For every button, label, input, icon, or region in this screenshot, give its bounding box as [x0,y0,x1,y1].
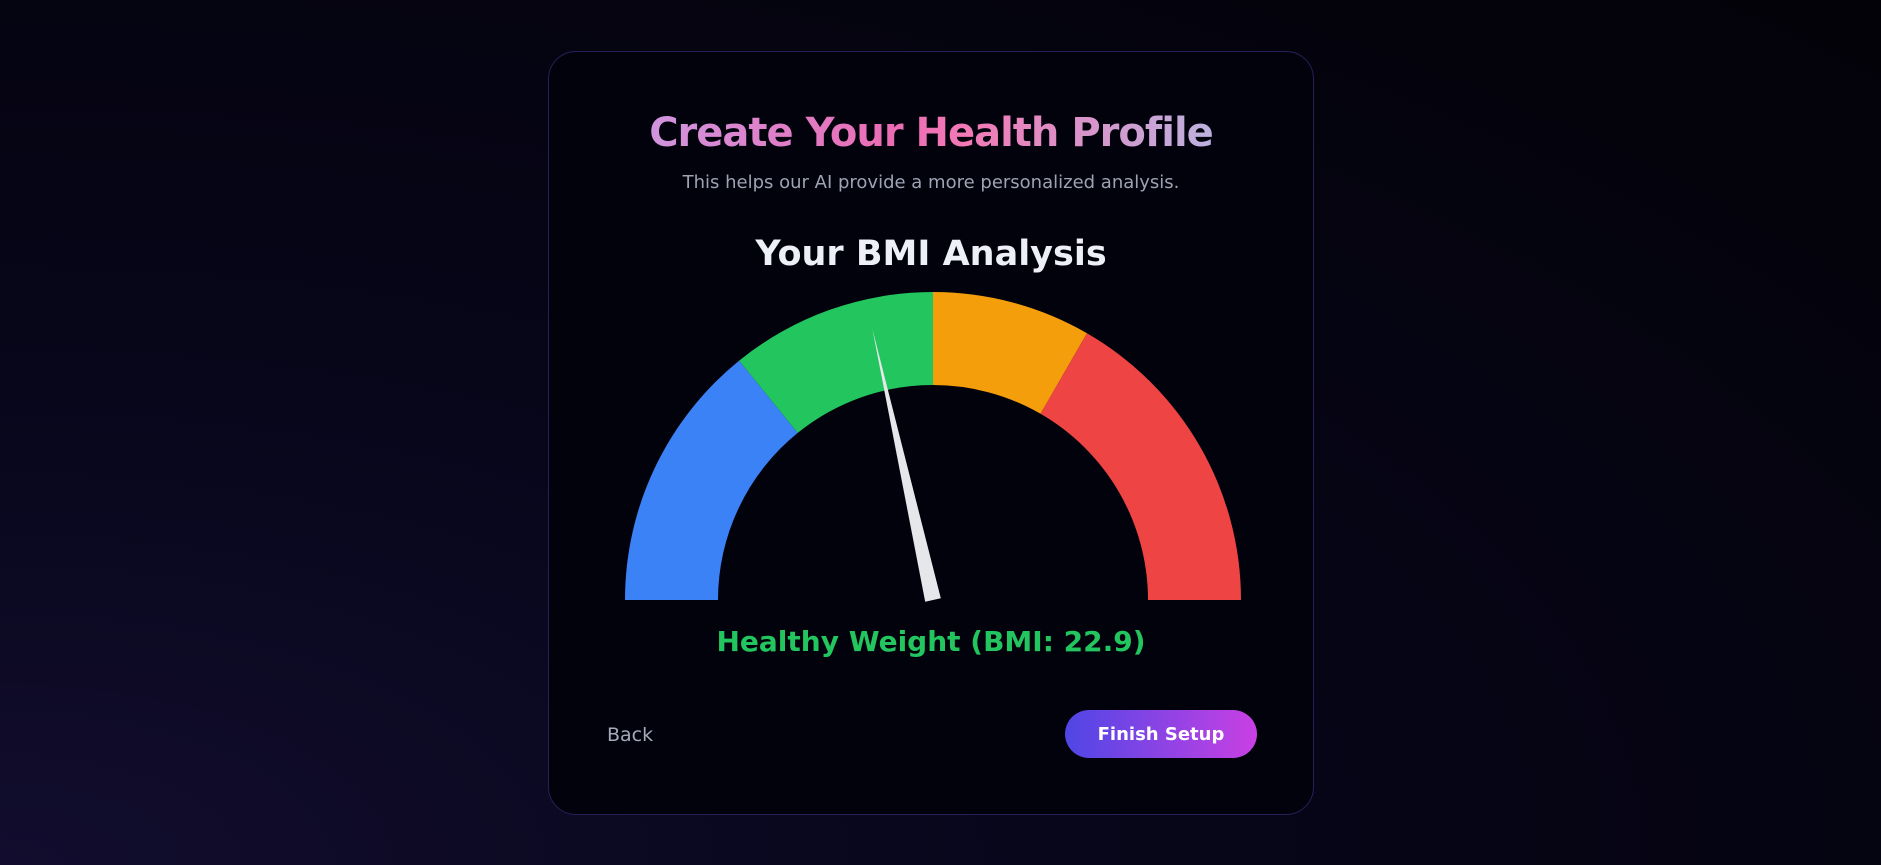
health-profile-card: Create Your Health Profile This helps ou… [548,51,1314,815]
page-subtitle: This helps our AI provide a more persona… [682,172,1180,193]
finish-setup-button[interactable]: Finish Setup [1065,710,1257,758]
back-button[interactable]: Back [607,720,653,750]
bmi-status-text: Healthy Weight (BMI: 22.9) [716,625,1146,658]
bmi-gauge [625,292,1241,602]
bmi-analysis-heading: Your BMI Analysis [755,234,1107,274]
gauge-segments [625,292,1241,600]
gauge-segment-obese [1040,333,1241,600]
page-title: Create Your Health Profile [549,110,1313,156]
